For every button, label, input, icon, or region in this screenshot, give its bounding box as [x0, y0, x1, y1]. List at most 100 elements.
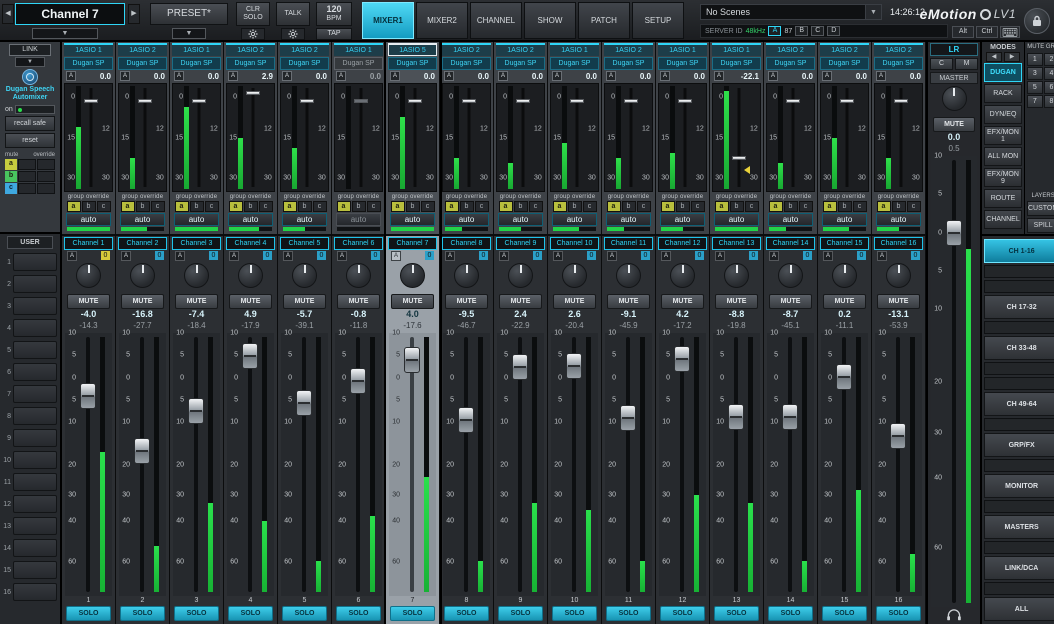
fader-handle[interactable]	[134, 438, 150, 464]
fader-track[interactable]	[563, 333, 584, 596]
dugan-group-b-button[interactable]: b	[568, 201, 582, 212]
dugan-gain-handle[interactable]	[624, 99, 638, 103]
fader-track[interactable]	[239, 333, 260, 596]
channel-input-label[interactable]: 1ASIO 2	[118, 43, 167, 56]
layer-ch-33-48[interactable]: CH 33-48	[984, 336, 1054, 360]
solo-button[interactable]: SOLO	[822, 606, 867, 621]
dugan-ab-indicator[interactable]: A	[768, 71, 778, 81]
layer-link-dca[interactable]: LINK/DCA	[984, 556, 1054, 580]
dugan-group-a-button[interactable]: a	[121, 201, 135, 212]
layer-slot-empty[interactable]	[984, 362, 1054, 375]
user-slot-16[interactable]	[13, 583, 57, 601]
dugan-sp-button[interactable]: Dugan SP	[388, 57, 437, 70]
dugan-group-c-button[interactable]: c	[259, 201, 273, 212]
dugan-gain-handle[interactable]	[840, 99, 854, 103]
dugan-group-b-button[interactable]: b	[82, 201, 96, 212]
solo-button[interactable]: SOLO	[768, 606, 813, 621]
channel-ab-badge[interactable]: A	[175, 251, 185, 261]
channel-ab-badge[interactable]: A	[283, 251, 293, 261]
dugan-sp-button[interactable]: Dugan SP	[64, 57, 113, 70]
dugan-group-b-button[interactable]: b	[406, 201, 420, 212]
fader-handle[interactable]	[350, 368, 366, 394]
solo-button[interactable]: SOLO	[282, 606, 327, 621]
dugan-group-b-button[interactable]: b	[676, 201, 690, 212]
dugan-gain-track[interactable]	[730, 86, 748, 189]
mute-button[interactable]: MUTE	[121, 294, 164, 309]
user-slot-13[interactable]	[13, 517, 57, 535]
mute-group-5-button[interactable]: 5	[1027, 81, 1043, 94]
dugan-group-b-button[interactable]: b	[622, 201, 636, 212]
dugan-sp-button[interactable]: Dugan SP	[712, 57, 761, 70]
fader-handle[interactable]	[242, 343, 258, 369]
channel-ab-badge[interactable]: A	[499, 251, 509, 261]
dugan-group-b-button[interactable]: b	[784, 201, 798, 212]
dugan-sp-button[interactable]: Dugan SP	[766, 57, 815, 70]
group-b-override-button[interactable]	[37, 171, 55, 182]
layer-slot-empty[interactable]	[984, 541, 1054, 554]
dugan-auto-button[interactable]: auto	[768, 213, 813, 226]
fader-handle[interactable]	[890, 423, 906, 449]
master-fader-track[interactable]	[943, 156, 964, 607]
dugan-on-toggle[interactable]	[15, 105, 55, 114]
dugan-gain-track[interactable]	[136, 86, 154, 189]
pan-knob[interactable]	[346, 263, 371, 288]
dugan-group-c-button[interactable]: c	[97, 201, 111, 212]
mode-channel[interactable]: CHANNEL	[984, 210, 1022, 229]
tab-channel[interactable]: CHANNEL	[470, 2, 522, 39]
dugan-group-a-button[interactable]: a	[553, 201, 567, 212]
dugan-gain-handle[interactable]	[138, 99, 152, 103]
solo-button[interactable]: SOLO	[498, 606, 543, 621]
bpm-display[interactable]: 120 BPM	[316, 2, 352, 26]
dugan-group-a-button[interactable]: a	[661, 201, 675, 212]
solo-button[interactable]: SOLO	[228, 606, 273, 621]
mute-button[interactable]: MUTE	[769, 294, 812, 309]
fader-handle[interactable]	[80, 383, 96, 409]
channel-ab-badge[interactable]: A	[877, 251, 887, 261]
reset-button[interactable]: reset	[5, 133, 55, 148]
dugan-group-b-button[interactable]: b	[244, 201, 258, 212]
channel-input-label[interactable]: 1ASIO 2	[604, 43, 653, 56]
channel-ab-badge[interactable]: A	[607, 251, 617, 261]
dugan-auto-button[interactable]: auto	[552, 213, 597, 226]
dugan-gain-handle[interactable]	[354, 99, 368, 103]
dugan-group-c-button[interactable]: c	[529, 201, 543, 212]
layer-all[interactable]: ALL	[984, 597, 1054, 621]
headphones-icon[interactable]	[946, 609, 962, 622]
dugan-group-b-button[interactable]: b	[190, 201, 204, 212]
mute-button[interactable]: MUTE	[229, 294, 272, 309]
dugan-auto-button[interactable]: auto	[282, 213, 327, 226]
dugan-gain-handle[interactable]	[516, 99, 530, 103]
dugan-sp-button[interactable]: Dugan SP	[604, 57, 653, 70]
dugan-group-c-button[interactable]: c	[475, 201, 489, 212]
user-slot-15[interactable]	[13, 561, 57, 579]
channel-input-label[interactable]: 1ASIO 1	[712, 43, 761, 56]
fader-track[interactable]	[617, 333, 638, 596]
server-slot-a[interactable]: A	[768, 26, 781, 36]
pan-knob[interactable]	[292, 263, 317, 288]
recall-safe-button[interactable]: recall safe	[5, 116, 55, 131]
dugan-gain-handle[interactable]	[894, 99, 908, 103]
pan-knob[interactable]	[562, 263, 587, 288]
dugan-auto-button[interactable]: auto	[336, 213, 381, 226]
channel-name[interactable]: Channel 9	[496, 237, 545, 250]
fader-track[interactable]	[671, 333, 692, 596]
dugan-gain-handle[interactable]	[570, 99, 584, 103]
fader-track[interactable]	[779, 333, 800, 596]
mode-dyn-eq[interactable]: DYN/EQ	[984, 105, 1022, 124]
dugan-group-b-button[interactable]: b	[730, 201, 744, 212]
mute-group-6-button[interactable]: 6	[1044, 81, 1054, 94]
preset-dropdown[interactable]: ▼	[172, 28, 206, 39]
dugan-group-c-button[interactable]: c	[799, 201, 813, 212]
user-slot-7[interactable]	[13, 385, 57, 403]
dugan-gain-track[interactable]	[838, 86, 856, 189]
dugan-gain-track[interactable]	[244, 86, 262, 189]
group-c-override-button[interactable]	[37, 183, 55, 194]
fader-handle[interactable]	[296, 390, 312, 416]
dugan-group-b-button[interactable]: b	[136, 201, 150, 212]
dugan-gain-track[interactable]	[298, 86, 316, 189]
channel-input-label[interactable]: 1ASIO 2	[226, 43, 275, 56]
dugan-auto-button[interactable]: auto	[876, 213, 921, 226]
channel-name[interactable]: Channel 2	[118, 237, 167, 250]
dugan-group-b-button[interactable]: b	[352, 201, 366, 212]
server-slot-d[interactable]: D	[827, 26, 840, 36]
